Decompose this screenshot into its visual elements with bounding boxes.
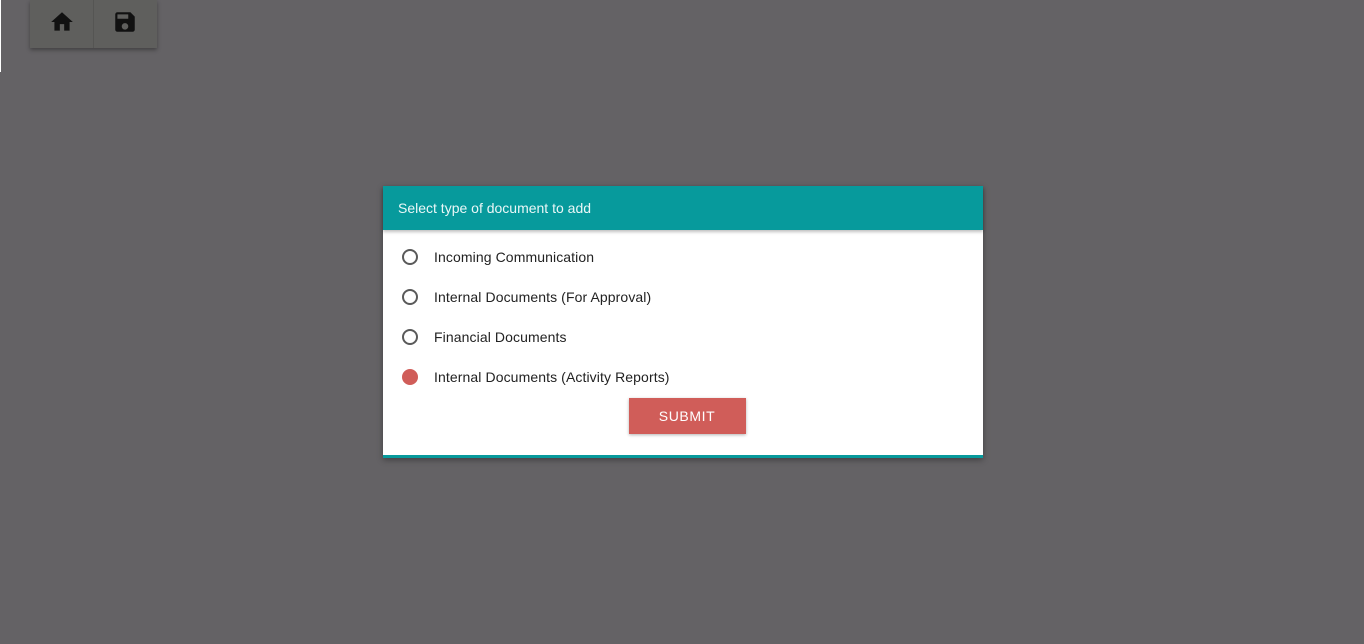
- page-edge: [0, 0, 1, 72]
- submit-button[interactable]: SUBMIT: [628, 398, 746, 434]
- option-label: Internal Documents (Activity Reports): [434, 369, 670, 385]
- option-financial-documents[interactable]: Financial Documents: [383, 317, 983, 357]
- dialog-actions: SUBMIT: [383, 398, 983, 434]
- document-type-dialog: Select type of document to add Incoming …: [383, 186, 983, 458]
- floating-toolbar: [30, 0, 157, 48]
- radio-checked-icon[interactable]: [402, 369, 418, 385]
- radio-unchecked-icon[interactable]: [402, 289, 418, 305]
- dialog-title: Select type of document to add: [383, 186, 983, 230]
- option-incoming-communication[interactable]: Incoming Communication: [383, 237, 983, 277]
- option-internal-documents-approval[interactable]: Internal Documents (For Approval): [383, 277, 983, 317]
- document-type-radio-group: Incoming Communication Internal Document…: [383, 230, 983, 397]
- save-icon: [112, 9, 138, 40]
- home-button[interactable]: [30, 0, 93, 48]
- home-icon: [49, 9, 75, 40]
- radio-unchecked-icon[interactable]: [402, 249, 418, 265]
- option-internal-documents-activity-reports[interactable]: Internal Documents (Activity Reports): [383, 357, 983, 397]
- radio-unchecked-icon[interactable]: [402, 329, 418, 345]
- option-label: Incoming Communication: [434, 249, 595, 265]
- option-label: Financial Documents: [434, 329, 567, 345]
- save-button[interactable]: [93, 0, 156, 48]
- option-label: Internal Documents (For Approval): [434, 289, 652, 305]
